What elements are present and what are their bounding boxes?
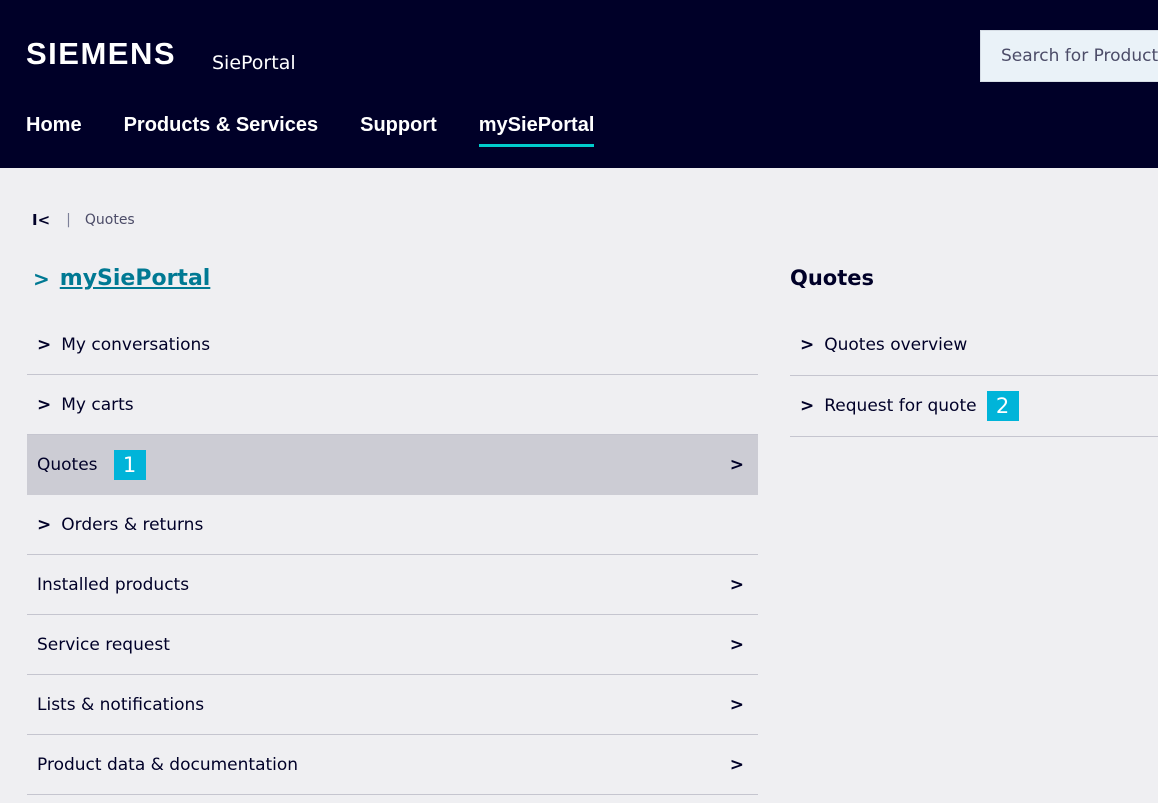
menu-item-label: My carts: [61, 394, 134, 415]
chevron-right-icon: >: [33, 266, 50, 291]
first-page-icon[interactable]: I<: [32, 211, 50, 229]
chevron-right-icon: >: [800, 396, 815, 416]
menu-item-label: Product data & documentation: [37, 754, 299, 775]
left-menu: > My conversations > My carts Quotes 1 >…: [27, 315, 758, 795]
nav-products-services[interactable]: Products & Services: [124, 114, 319, 147]
siemens-logo[interactable]: SIEMENS: [26, 36, 176, 72]
menu-item-label: Quotes: [37, 454, 98, 475]
breadcrumb-separator: |: [66, 212, 71, 228]
right-panel-title: Quotes: [790, 266, 875, 290]
menu-item-my-carts[interactable]: > My carts: [27, 375, 758, 435]
chevron-right-icon: >: [37, 514, 52, 535]
breadcrumb-current: Quotes: [84, 212, 135, 228]
menu-item-orders-returns[interactable]: > Orders & returns: [27, 495, 758, 555]
section-title: > mySiePortal: [33, 266, 210, 291]
menu-item-quotes[interactable]: Quotes 1 >: [27, 435, 758, 495]
submenu-item-label: Quotes overview: [824, 335, 968, 355]
chevron-right-icon: >: [37, 334, 52, 355]
chevron-right-icon: >: [729, 574, 744, 595]
portal-name[interactable]: SiePortal: [212, 52, 296, 74]
nav-support[interactable]: Support: [360, 114, 437, 147]
step-marker-1: 1: [113, 449, 146, 480]
mysieportal-link[interactable]: mySiePortal: [60, 266, 211, 291]
menu-item-my-conversations[interactable]: > My conversations: [27, 315, 758, 375]
chevron-right-icon: >: [729, 634, 744, 655]
site-header: SIEMENS SiePortal Home Products & Servic…: [0, 0, 1158, 168]
menu-item-label: Installed products: [37, 574, 190, 595]
menu-item-product-data-documentation[interactable]: Product data & documentation >: [27, 735, 758, 795]
main-nav: Home Products & Services Support mySiePo…: [26, 114, 636, 147]
right-panel-menu: > Quotes overview > Request for quote 2: [790, 315, 1158, 437]
nav-mysieportal[interactable]: mySiePortal: [478, 114, 594, 147]
search-box[interactable]: [980, 30, 1158, 82]
submenu-item-quotes-overview[interactable]: > Quotes overview: [790, 315, 1158, 376]
nav-home[interactable]: Home: [26, 114, 82, 147]
search-input[interactable]: [981, 31, 1158, 81]
menu-item-label: Lists & notifications: [37, 694, 205, 715]
menu-item-installed-products[interactable]: Installed products >: [27, 555, 758, 615]
menu-item-service-request[interactable]: Service request >: [27, 615, 758, 675]
chevron-right-icon: >: [37, 394, 52, 415]
menu-item-label: Service request: [37, 634, 170, 655]
step-marker-2: 2: [986, 391, 1019, 421]
menu-item-lists-notifications[interactable]: Lists & notifications >: [27, 675, 758, 735]
chevron-right-icon: >: [800, 335, 815, 355]
chevron-right-icon: >: [729, 454, 744, 475]
submenu-item-label: Request for quote: [824, 396, 977, 416]
breadcrumb: I< | Quotes: [32, 211, 135, 229]
submenu-item-request-for-quote[interactable]: > Request for quote 2: [790, 376, 1158, 437]
chevron-right-icon: >: [729, 754, 744, 775]
menu-item-label: Orders & returns: [61, 514, 204, 535]
chevron-right-icon: >: [729, 694, 744, 715]
menu-item-label: My conversations: [61, 334, 211, 355]
